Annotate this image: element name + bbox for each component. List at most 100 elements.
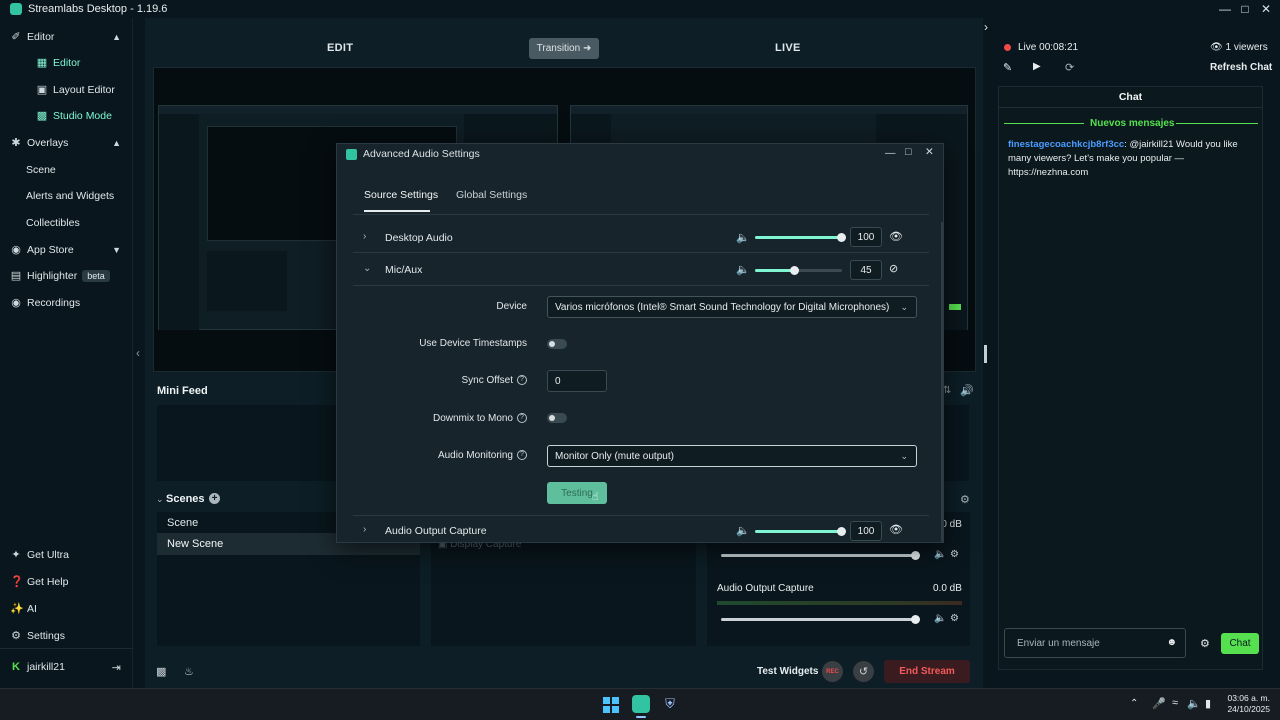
nav-studio-mode-label: Studio Mode bbox=[53, 110, 112, 122]
nav-ai[interactable]: ✨ AI bbox=[0, 597, 133, 621]
nav-layout-editor[interactable]: ▣ Layout Editor bbox=[0, 78, 133, 102]
volume-slider[interactable] bbox=[755, 266, 842, 275]
transition-button[interactable]: Transition ➜ bbox=[529, 38, 599, 59]
add-scene-icon[interactable]: + bbox=[209, 493, 220, 504]
chevron-up-icon[interactable]: ⌃ bbox=[1130, 698, 1138, 709]
volume-slider[interactable] bbox=[755, 233, 846, 242]
nav-app-store[interactable]: ◉ App Store ▼ bbox=[0, 238, 133, 262]
mixer-gear-icon[interactable]: ⚙ bbox=[960, 493, 970, 506]
nav-recordings[interactable]: ◉ Recordings bbox=[0, 291, 133, 315]
help-icon[interactable]: ? bbox=[517, 413, 527, 424]
nav-studio-mode[interactable]: ▩ Studio Mode bbox=[0, 104, 133, 128]
nav-get-ultra[interactable]: ✦ Get Ultra bbox=[0, 543, 133, 567]
close-icon[interactable]: ✕ bbox=[1255, 0, 1277, 18]
nav-alerts-widgets[interactable]: Alerts and Widgets bbox=[0, 184, 133, 208]
chat-settings-gear-icon[interactable]: ⚙ bbox=[1200, 637, 1210, 650]
nav-highlighter-label: Highlighter bbox=[27, 270, 78, 282]
help-icon[interactable]: ? bbox=[517, 375, 527, 386]
logout-icon[interactable]: ⇥ bbox=[112, 661, 121, 674]
mixer-volume-slider-2[interactable] bbox=[721, 615, 920, 624]
source-row-mic-aux[interactable]: ⌄ Mic/Aux 🔈 45 ⊘ bbox=[353, 254, 929, 286]
device-value: Varios micrófonos (Intel® Smart Sound Te… bbox=[555, 301, 890, 313]
scrollbar[interactable] bbox=[941, 222, 943, 542]
eye-icon[interactable]: 👁 bbox=[889, 523, 903, 536]
nav-editor[interactable]: ▦ Editor bbox=[0, 51, 133, 75]
nav-overlays-section[interactable]: ✱ Overlays ▲ bbox=[0, 131, 133, 155]
replay-icon[interactable]: ↺ bbox=[853, 661, 874, 682]
speaker-icon[interactable]: 🔈 bbox=[736, 231, 750, 244]
chat-message-user[interactable]: finestagecoachkcjb8rf3cc bbox=[1008, 139, 1124, 150]
emoji-icon[interactable]: ☻ bbox=[1166, 637, 1177, 648]
eye-icon[interactable]: 👁 bbox=[889, 230, 903, 243]
nav-get-help[interactable]: ❓ Get Help bbox=[0, 570, 133, 594]
wifi-icon[interactable]: ≈ bbox=[1172, 697, 1178, 709]
record-icon: ◉ bbox=[11, 297, 21, 309]
arrow-right-icon: ➜ bbox=[582, 43, 592, 54]
resize-handle[interactable] bbox=[984, 345, 987, 363]
nav-collectibles[interactable]: Collectibles bbox=[0, 211, 133, 235]
record-button[interactable]: REC bbox=[822, 661, 843, 682]
nav-highlighter[interactable]: ▤ Highlighter beta bbox=[0, 264, 133, 288]
volume-slider[interactable] bbox=[755, 527, 846, 536]
source-row-desktop-audio[interactable]: › Desktop Audio 🔈 100 👁 bbox=[353, 222, 929, 253]
chat-title-label: Chat bbox=[1118, 90, 1143, 103]
tab-source-settings[interactable]: Source Settings bbox=[364, 189, 438, 201]
battery-icon[interactable]: ▮ bbox=[1205, 697, 1211, 710]
nav-settings[interactable]: ⚙ Settings bbox=[0, 624, 133, 648]
eye-off-icon[interactable]: ⊘ bbox=[889, 262, 898, 275]
sync-offset-input[interactable]: 0 bbox=[547, 370, 607, 392]
minimize-icon[interactable]: — bbox=[885, 147, 896, 159]
volume-icon[interactable]: 🔈 bbox=[1187, 697, 1201, 710]
nav-editor-section[interactable]: ✐ Editor ▲ bbox=[0, 25, 133, 49]
maximize-icon[interactable]: □ bbox=[905, 146, 911, 158]
clock[interactable]: 03:06 a. m. 24/10/2025 bbox=[1222, 693, 1270, 715]
volume-input[interactable]: 45 bbox=[850, 260, 882, 280]
speaker-icon[interactable]: 🔈 bbox=[934, 549, 946, 560]
microphone-icon[interactable]: 🎤 bbox=[1152, 697, 1166, 710]
mixer-settings-icon[interactable]: ⇅ bbox=[943, 385, 951, 396]
mixer-volume-slider-1[interactable] bbox=[721, 551, 920, 560]
tab-global-settings[interactable]: Global Settings bbox=[456, 189, 527, 201]
device-select[interactable]: Varios micrófonos (Intel® Smart Sound Te… bbox=[547, 296, 917, 318]
mixer-panel-top bbox=[943, 405, 969, 481]
nav-user[interactable]: Kjairkill21 ⇥ bbox=[0, 655, 133, 679]
downmix-toggle[interactable] bbox=[547, 413, 567, 423]
volume-input[interactable]: 100 bbox=[850, 227, 882, 247]
chevron-down-icon[interactable]: ⌄ bbox=[156, 494, 164, 505]
mini-feed-title: Mini Feed bbox=[157, 385, 208, 397]
stats-icon[interactable]: ▩ bbox=[156, 665, 166, 678]
monitoring-select[interactable]: Monitor Only (mute output) ⌄ bbox=[547, 445, 917, 467]
source-row-audio-output[interactable]: › Audio Output Capture 🔈 100 👁 bbox=[353, 515, 929, 542]
minimize-icon[interactable]: — bbox=[1214, 0, 1236, 18]
volume-input[interactable]: 100 bbox=[850, 521, 882, 541]
gear-icon[interactable]: ⚙ bbox=[950, 613, 959, 624]
speaker-icon[interactable]: 🔈 bbox=[736, 263, 750, 276]
send-chat-button[interactable]: Chat bbox=[1221, 633, 1259, 654]
share-icon[interactable]: ⟳ bbox=[1065, 61, 1074, 74]
gear-icon[interactable]: ⚙ bbox=[950, 549, 959, 560]
help-icon[interactable]: ? bbox=[517, 450, 527, 461]
test-widgets-label[interactable]: Test Widgets bbox=[757, 666, 818, 677]
close-icon[interactable]: ✕ bbox=[925, 146, 934, 158]
streamlabs-taskbar-icon[interactable] bbox=[632, 695, 650, 713]
chevron-down-icon[interactable]: ⌄ bbox=[363, 263, 371, 274]
maximize-icon[interactable]: □ bbox=[1234, 0, 1256, 18]
end-stream-button[interactable]: End Stream bbox=[884, 660, 970, 683]
video-icon[interactable]: ▶ bbox=[1033, 61, 1041, 72]
timestamps-toggle[interactable] bbox=[547, 339, 567, 349]
shield-icon[interactable]: ⛨ bbox=[662, 696, 678, 712]
collapse-left-icon[interactable]: ‹ bbox=[136, 346, 140, 360]
speaker-icon[interactable]: 🔈 bbox=[934, 613, 946, 624]
chevron-right-icon[interactable]: › bbox=[363, 524, 366, 535]
chat-input[interactable]: Enviar un mensaje ☻ bbox=[1004, 628, 1186, 658]
refresh-chat-button[interactable]: Refresh Chat bbox=[1210, 62, 1272, 73]
windows-start-icon[interactable] bbox=[603, 697, 619, 713]
notification-bell-icon[interactable]: ♨ bbox=[184, 665, 194, 678]
speaker-icon[interactable]: 🔊 bbox=[960, 384, 974, 397]
collapse-right-icon[interactable]: › bbox=[984, 20, 988, 34]
nav-scene[interactable]: Scene bbox=[0, 158, 133, 182]
chevron-right-icon[interactable]: › bbox=[363, 231, 366, 242]
edit-pencil-icon[interactable]: ✎ bbox=[1003, 61, 1012, 74]
scene-item[interactable]: Scene bbox=[157, 512, 337, 533]
speaker-icon[interactable]: 🔈 bbox=[736, 524, 750, 537]
